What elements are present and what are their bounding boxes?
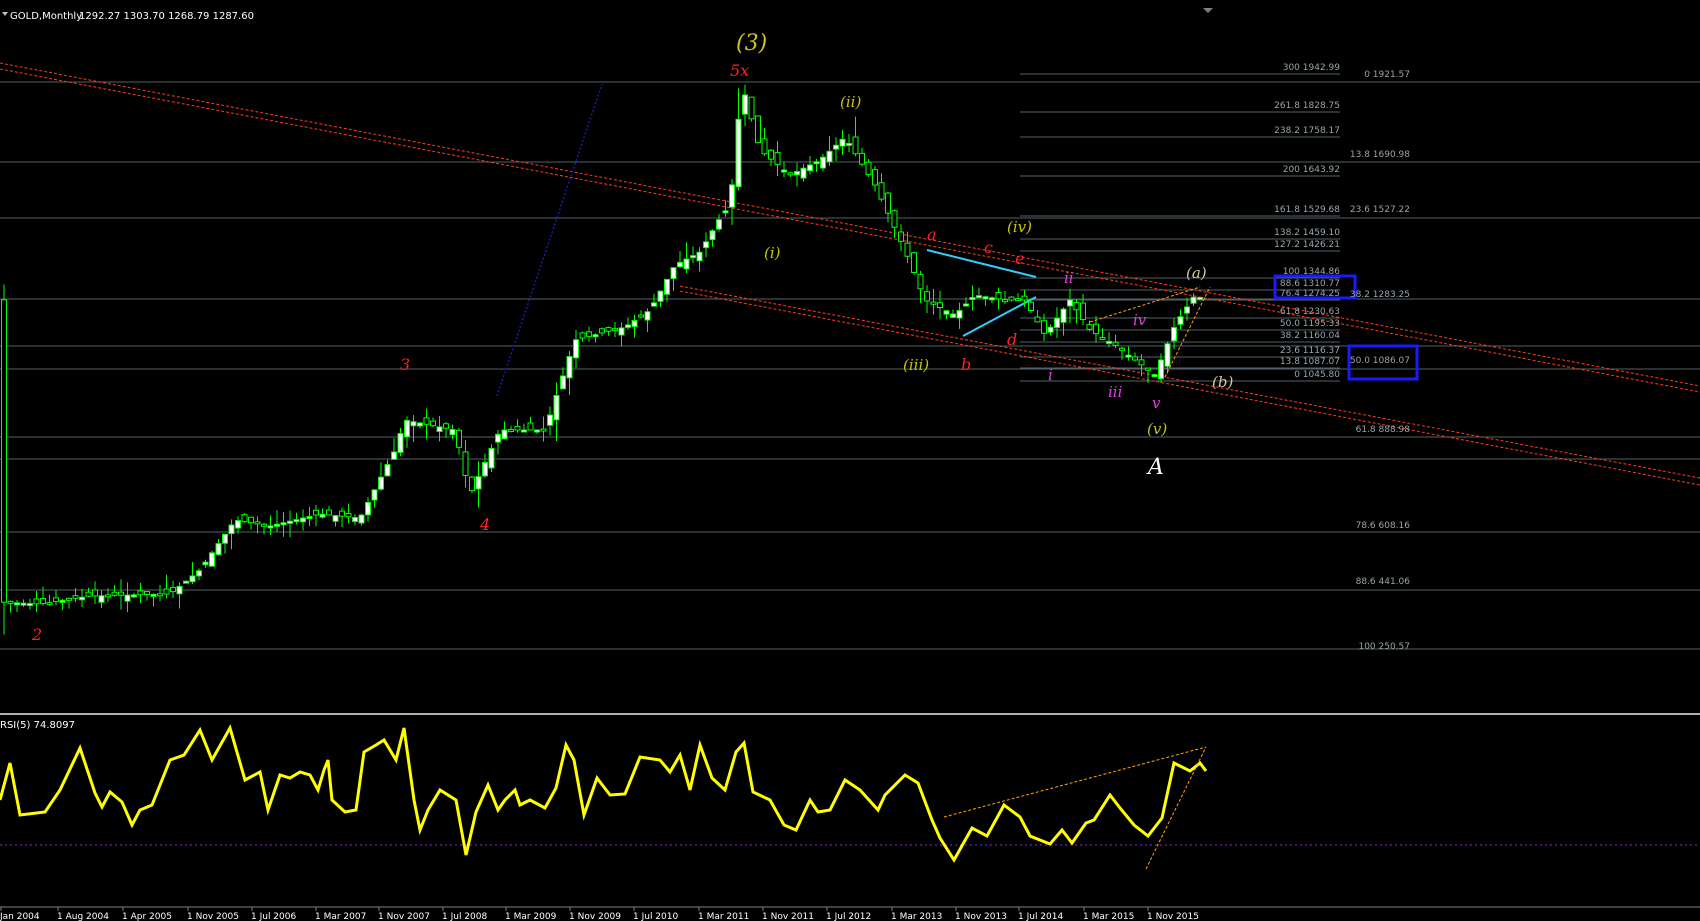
fib-label-left: 200 1643.92 <box>1283 165 1340 175</box>
fib-label-left: 23.6 1116.37 <box>1280 346 1340 356</box>
wave-label-red-c: c <box>984 238 993 257</box>
wave-label-b-paren: (b) <box>1212 373 1233 391</box>
wave-label-red-d: d <box>1007 330 1017 349</box>
x-axis-label: 1 Mar 2009 <box>505 912 557 921</box>
wave-label-m-i: i <box>1048 366 1053 384</box>
fib-label-left: 127.2 1426.21 <box>1274 240 1340 250</box>
fib-label-left: 100 1344.86 <box>1283 267 1341 277</box>
wave-label-m-iv: iv <box>1133 311 1147 329</box>
x-axis-label: 1 Apr 2005 <box>122 912 172 921</box>
wave-label-v: (v) <box>1147 420 1167 438</box>
x-axis-label: 1 Mar 2011 <box>698 912 749 921</box>
candle <box>209 550 215 567</box>
candle <box>488 444 495 473</box>
x-axis-label: 1 Mar 2007 <box>315 912 366 921</box>
candle <box>241 513 248 523</box>
candle <box>911 251 917 275</box>
candle <box>748 96 755 122</box>
wave-label-2: 2 <box>31 625 42 644</box>
rsi-label: RSI(5) 74.8097 <box>0 720 75 731</box>
fib-label-right: 61.8 888.98 <box>1356 425 1411 435</box>
x-axis-label: 1 Nov 2007 <box>378 912 430 921</box>
candle <box>469 475 475 493</box>
fib-label-left: 138.2 1459.10 <box>1274 228 1340 238</box>
fib-label-left: 300 1942.99 <box>1283 63 1341 73</box>
wave-label-iii: (iii) <box>903 356 929 374</box>
x-axis-label: 1 Nov 2015 <box>1147 912 1199 921</box>
fib-label-left: 61.8 1230.63 <box>1280 307 1340 317</box>
wave-label-a-paren: (a) <box>1186 264 1207 282</box>
fib-label-right: 38.2 1283.25 <box>1350 290 1410 300</box>
ohlc-label: 1292.27 1303.70 1268.79 1287.60 <box>79 11 254 22</box>
x-axis-label: 1 Nov 2005 <box>187 912 239 921</box>
fib-label-right: 50.0 1086.07 <box>1350 356 1410 366</box>
wave-label-m-iii: iii <box>1108 383 1123 401</box>
fib-label-left: 0 1045.80 <box>1294 370 1340 380</box>
fib-label-left: 238.2 1758.17 <box>1274 126 1340 136</box>
wave-label-m-v: v <box>1152 394 1161 412</box>
fib-label-right: 13.8 1690.98 <box>1350 150 1410 160</box>
wave-label-3-red: 3 <box>400 355 410 374</box>
fib-label-left: 38.2 1160.04 <box>1280 331 1340 341</box>
fib-label-right: 88.6 441.06 <box>1356 577 1411 587</box>
fib-label-right: 100 250.57 <box>1358 642 1410 652</box>
candle <box>183 580 189 584</box>
wave-label-red-a: a <box>927 225 937 244</box>
wave-label-m-ii: ii <box>1064 269 1074 287</box>
x-axis-label: 1 Mar 2013 <box>891 912 942 921</box>
x-axis-label: 1 Nov 2009 <box>569 912 621 921</box>
fib-label-left: 13.8 1087.07 <box>1280 357 1340 367</box>
fib-label-left: 76.4 1274.25 <box>1280 289 1340 299</box>
wave-label-i: (i) <box>764 244 781 262</box>
x-axis-label: Jan 2004 <box>0 912 40 921</box>
fib-label-left: 88.6 1310.77 <box>1280 279 1340 289</box>
x-axis-label: 1 Aug 2004 <box>57 912 109 921</box>
wave-label-3: (3) <box>736 31 767 56</box>
x-axis-label: 1 Nov 2011 <box>762 912 814 921</box>
x-axis-label: 1 Mar 2015 <box>1083 912 1134 921</box>
fib-label-left: 161.8 1529.68 <box>1274 205 1340 215</box>
x-axis-label: 1 Nov 2013 <box>955 912 1007 921</box>
fib-label-left: 50.0 1195.33 <box>1280 319 1340 329</box>
x-axis-label: 1 Jul 2008 <box>442 912 487 921</box>
wave-label-red-b: b <box>961 355 971 374</box>
x-axis-label: 1 Jul 2014 <box>1018 912 1063 921</box>
fib-label-right: 0 1921.57 <box>1364 70 1410 80</box>
candle <box>1 284 7 635</box>
fib-label-right: 78.6 608.16 <box>1356 521 1411 531</box>
wave-label-iv: (iv) <box>1007 218 1032 236</box>
price-chart[interactable]: 300 1942.99 261.8 1828.75 238.2 1758.17 200… <box>0 0 1700 921</box>
fib-label-right: 23.6 1527.22 <box>1350 205 1410 215</box>
candle <box>755 115 761 144</box>
x-axis-label: 1 Jul 2012 <box>826 912 871 921</box>
wave-label-5x: 5x <box>730 61 749 80</box>
symbol-label: GOLD,Monthly <box>10 11 82 22</box>
x-axis-label: 1 Jul 2006 <box>251 912 296 921</box>
fib-label-left: 261.8 1828.75 <box>1274 101 1340 111</box>
x-axis-label: 1 Jul 2010 <box>633 912 678 921</box>
wave-label-4: 4 <box>479 515 490 534</box>
wave-label-big-A: A <box>1146 455 1164 480</box>
wave-label-ii: (ii) <box>840 93 861 111</box>
wave-label-red-e: e <box>1015 249 1024 268</box>
